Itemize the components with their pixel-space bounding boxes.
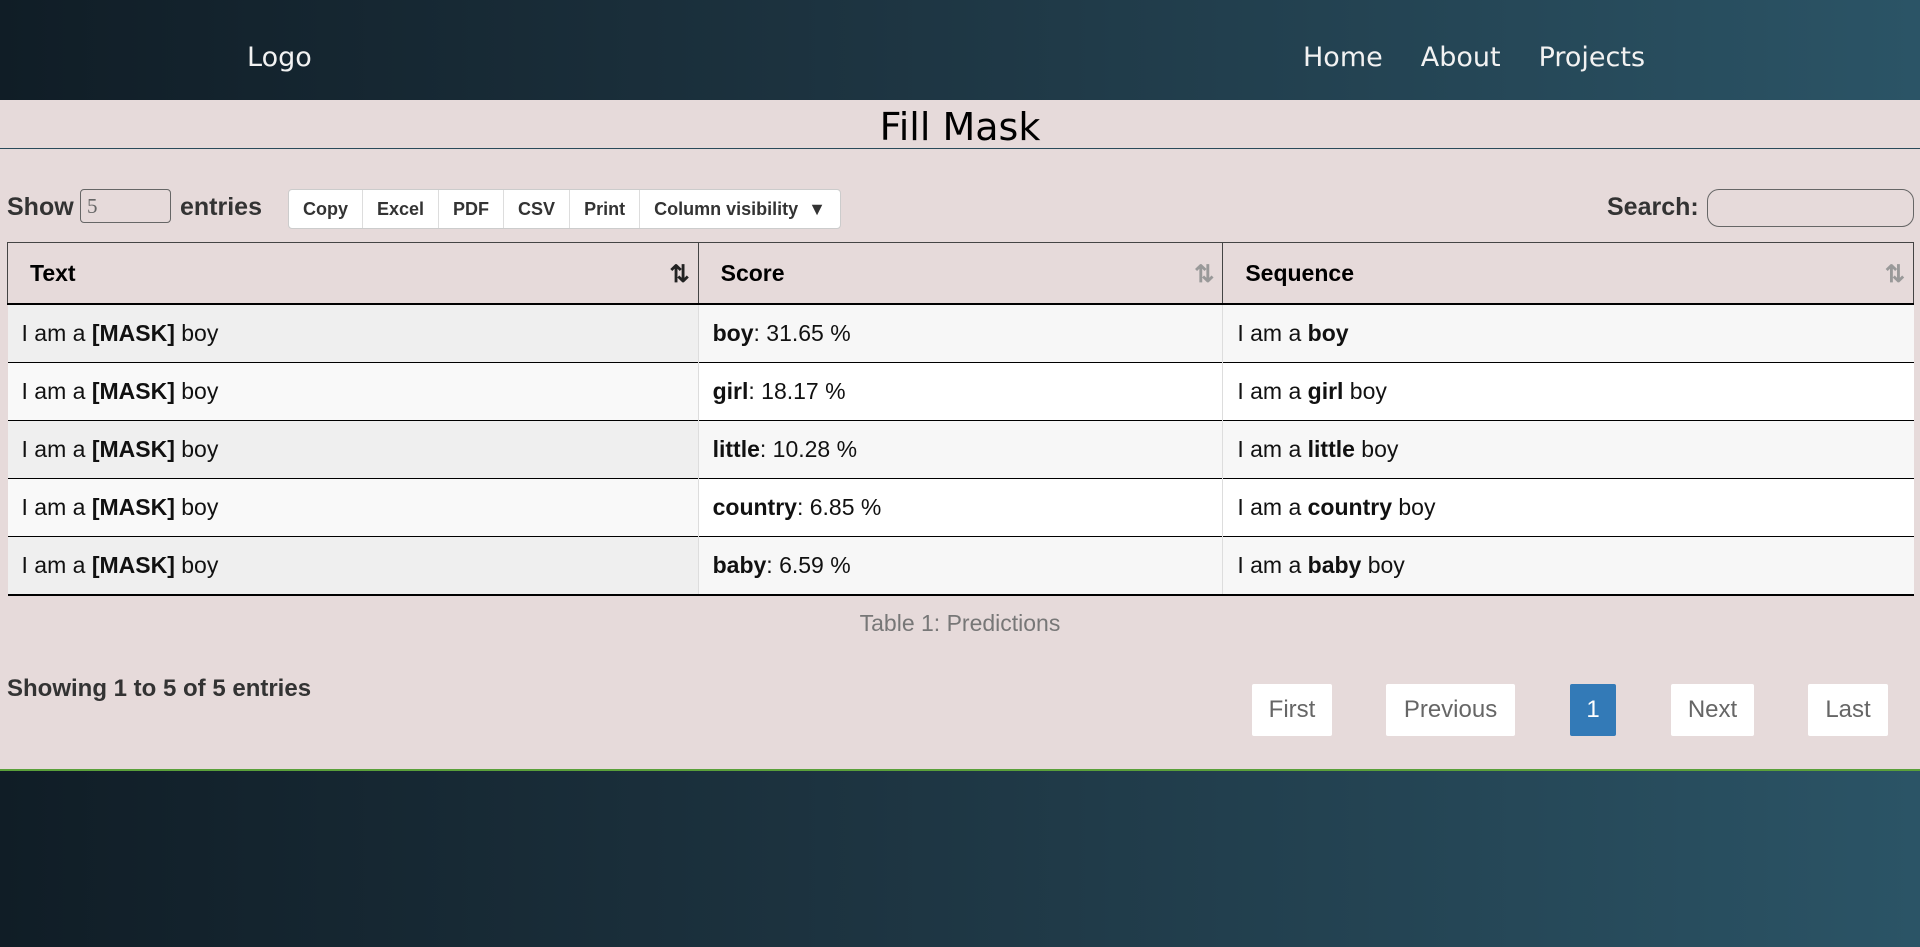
cell-score: country: 6.85 % [698,478,1224,537]
nav-links: Home About Projects [1303,42,1645,73]
column-header-text[interactable]: Text ⇅ [7,242,699,305]
table-controls: Show 5 entries Copy Excel PDF CSV Print … [7,189,1920,229]
page-title: Fill Mask [0,100,1920,149]
copy-button[interactable]: Copy [289,190,363,228]
pagination-first[interactable]: First [1252,684,1332,736]
cell-text: I am a [MASK] boy [7,536,699,596]
pdf-button[interactable]: PDF [439,190,505,228]
pagination-last[interactable]: Last [1808,684,1888,736]
footer [0,771,1920,947]
column-visibility-button[interactable]: Column visibility ▼ [640,190,840,228]
excel-button[interactable]: Excel [363,190,440,228]
table-row: I am a [MASK] boy country: 6.85 % I am a… [7,478,1914,537]
show-label: Show [7,193,74,221]
content-panel: Fill Mask Show 5 entries Copy Excel PDF … [0,100,1920,771]
search-input[interactable] [1707,189,1914,227]
sort-icon: ⇅ [1884,261,1905,288]
table-row: I am a [MASK] boy boy: 31.65 % I am a bo… [7,303,1914,363]
cell-score: little: 10.28 % [698,420,1224,479]
predictions-table: Text ⇅ Score ⇅ Sequence ⇅ I am a [MASK] boy… [7,242,1914,596]
column-header-sequence[interactable]: Sequence ⇅ [1222,242,1914,305]
cell-text: I am a [MASK] boy [7,478,699,537]
column-header-score[interactable]: Score ⇅ [697,242,1224,305]
table-header-row: Text ⇅ Score ⇅ Sequence ⇅ [7,242,1914,305]
table-row: I am a [MASK] boy little: 10.28 % I am a… [7,420,1914,479]
logo[interactable]: Logo [247,42,312,73]
cell-score: baby: 6.59 % [698,536,1224,596]
page-length-input[interactable]: 5 [80,189,171,223]
table-info: Showing 1 to 5 of 5 entries [7,675,312,702]
table-caption: Table 1: Predictions [859,610,1061,636]
search-label: Search: [1607,193,1699,221]
entries-label: entries [180,193,262,221]
navbar: Logo Home About Projects [0,0,1920,100]
cell-sequence: I am a baby boy [1222,536,1914,596]
pagination-page-1[interactable]: 1 [1570,684,1616,736]
table-row: I am a [MASK] boy girl: 18.17 % I am a g… [7,362,1914,421]
cell-text: I am a [MASK] boy [7,420,699,479]
table-row: I am a [MASK] boy baby: 6.59 % I am a ba… [7,536,1914,596]
nav-link-home[interactable]: Home [1303,42,1383,73]
caret-down-icon: ▼ [808,198,826,219]
pagination-next[interactable]: Next [1671,684,1754,736]
cell-text: I am a [MASK] boy [7,303,699,363]
sort-asc-icon: ⇅ [669,261,690,288]
cell-text: I am a [MASK] boy [7,362,699,421]
csv-button[interactable]: CSV [504,190,571,228]
cell-sequence: I am a girl boy [1222,362,1914,421]
cell-score: girl: 18.17 % [698,362,1224,421]
pagination-previous[interactable]: Previous [1386,684,1515,736]
print-button[interactable]: Print [570,190,641,228]
nav-link-projects[interactable]: Projects [1539,42,1645,73]
sort-icon: ⇅ [1194,261,1215,288]
cell-sequence: I am a boy [1222,303,1914,363]
nav-link-about[interactable]: About [1421,42,1501,73]
cell-sequence: I am a little boy [1222,420,1914,479]
cell-score: boy: 31.65 % [698,303,1224,363]
cell-sequence: I am a country boy [1222,478,1914,537]
column-visibility-label: Column visibility [654,198,799,219]
export-button-group: Copy Excel PDF CSV Print Column visibili… [288,189,841,229]
